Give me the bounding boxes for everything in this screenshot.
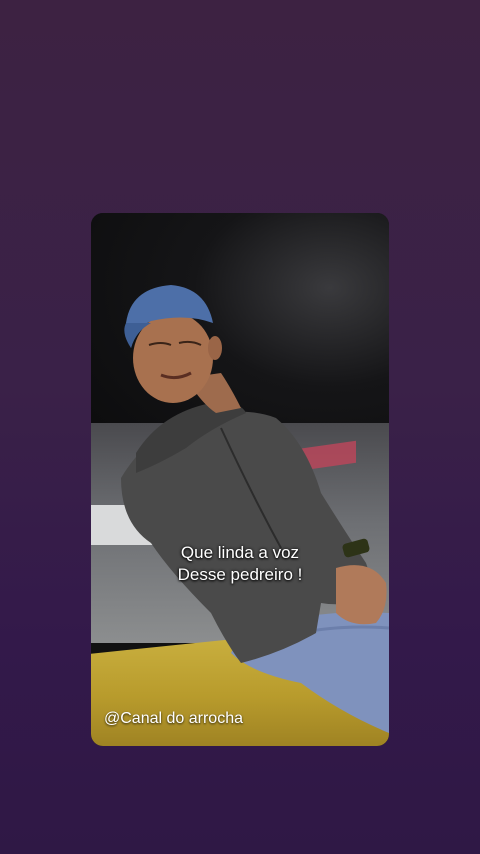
video-caption: Que linda a voz Desse pedreiro ! [91, 542, 389, 586]
video-frame [91, 213, 389, 746]
story-video-card[interactable]: Que linda a voz Desse pedreiro ! @Canal … [91, 213, 389, 746]
channel-watermark: @Canal do arrocha [104, 710, 243, 727]
singer-figure [121, 285, 389, 733]
caption-line-2: Desse pedreiro ! [177, 565, 303, 584]
caption-line-1: Que linda a voz [180, 543, 300, 562]
